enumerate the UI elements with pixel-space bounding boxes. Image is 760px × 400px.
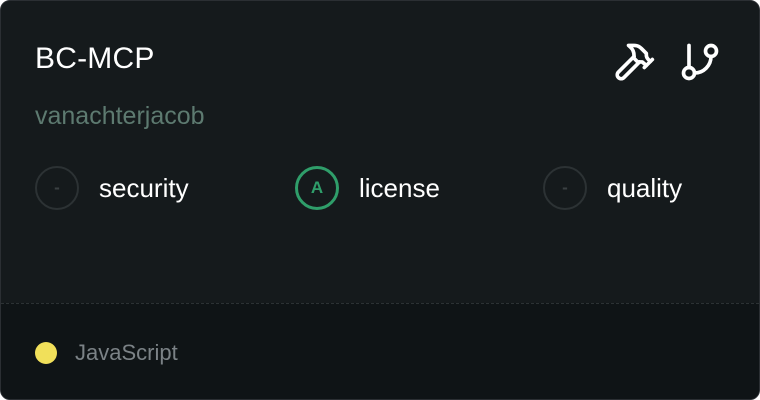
- card-footer: JavaScript: [1, 303, 759, 399]
- security-label: security: [99, 172, 189, 203]
- git-branch-icon: [681, 43, 719, 81]
- language-color-dot: [35, 342, 57, 364]
- repo-name[interactable]: BC-MCP: [35, 39, 155, 79]
- quality-label: quality: [607, 172, 683, 203]
- repo-card[interactable]: BC-MCP vanachterjacob - security A licen…: [0, 0, 760, 400]
- metric-security[interactable]: - security: [35, 163, 189, 213]
- repo-owner[interactable]: vanachterjacob: [35, 99, 205, 133]
- metrics-row: - security A license - quality: [35, 163, 735, 213]
- quality-grade-badge: -: [543, 166, 587, 210]
- metric-quality[interactable]: - quality: [543, 163, 682, 213]
- language-indicator: JavaScript: [35, 340, 178, 366]
- license-label: license: [359, 172, 440, 203]
- license-grade-badge: A: [295, 166, 339, 210]
- language-label: JavaScript: [75, 340, 178, 365]
- hammer-icon: [615, 43, 655, 81]
- branch-button[interactable]: [677, 39, 723, 85]
- metric-license[interactable]: A license: [295, 163, 440, 213]
- tools-button[interactable]: [611, 39, 657, 85]
- repo-actions: [611, 39, 723, 85]
- security-grade-badge: -: [35, 166, 79, 210]
